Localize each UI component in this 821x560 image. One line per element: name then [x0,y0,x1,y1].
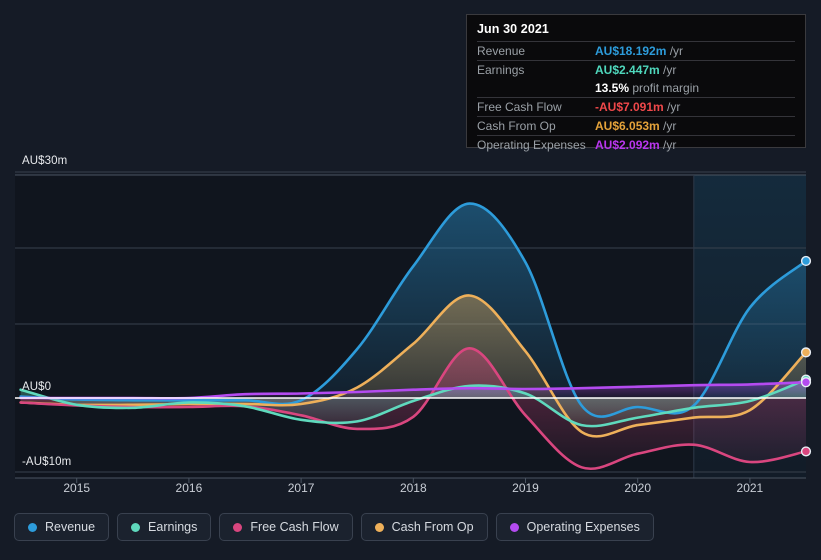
legend-item-revenue[interactable]: Revenue [14,513,110,541]
legend-item-label: Free Cash Flow [250,520,339,534]
y-axis-tick-2: -AU$10m [22,456,72,469]
tooltip-row: Cash From Op AU$6.053m /yr [477,116,795,136]
legend-item-label: Operating Expenses [526,520,640,534]
legend-color-dot-icon [28,522,37,532]
tooltip-row-value: AU$2.092m /yr [595,135,795,154]
tooltip-row-label: Operating Expenses [477,135,595,154]
legend-item-cash-from-op[interactable]: Cash From Op [360,513,488,541]
legend-color-dot-icon [233,522,243,532]
tooltip-margin-value: 13.5% profit margin [595,79,795,98]
profit-margin-label: profit margin [629,81,700,95]
legend-item-label: Cash From Op [391,520,474,534]
x-axis-tick-2020: 2020 [624,481,652,495]
tooltip-row-label: Earnings [477,60,595,79]
legend-item-earnings[interactable]: Earnings [117,513,212,541]
tooltip-amount: AU$2.447m [595,63,660,77]
legend-item-label: Revenue [45,520,96,534]
financial-performance-chart: AU$30m AU$0 -AU$10m 2015 2016 2017 2018 2019 20… [0,0,821,560]
tooltip-amount: AU$2.092m [595,138,660,152]
x-axis-tick-2021: 2021 [736,481,764,495]
tooltip-amount: -AU$7.091m [595,100,664,114]
y-axis-tick-1: AU$0 [22,381,52,393]
tooltip-unit: /yr [659,138,677,152]
tooltip-unit: /yr [666,44,684,58]
tooltip-unit: /yr [659,119,677,133]
x-axis-tick-2019: 2019 [512,481,539,495]
tooltip-unit: /yr [663,100,681,114]
endpoint-marker-free-cash-flow [800,446,812,457]
legend-item-label: Earnings [148,520,198,534]
tooltip-row-value: -AU$7.091m /yr [595,97,795,117]
profit-margin-number: 13.5% [595,81,630,95]
tooltip-row: Revenue AU$18.192m /yr [477,41,795,61]
legend-item-free-cash-flow[interactable]: Free Cash Flow [219,513,353,541]
tooltip-margin-spacer [477,79,595,98]
legend-color-dot-icon [374,522,384,532]
x-axis-tick-2016: 2016 [175,481,203,495]
tooltip-date: Jun 30 2021 [477,22,549,36]
tooltip-amount: AU$6.053m [595,119,660,133]
legend-color-dot-icon [131,522,141,532]
tooltip-row-label: Revenue [477,41,595,61]
tooltip-row: Free Cash Flow -AU$7.091m /yr [477,97,795,117]
y-axis-tick-0: AU$30m [22,155,68,167]
tooltip-table: Revenue AU$18.192m /yr Earnings AU$2.447m /… [477,41,795,154]
legend-item-operating-expenses[interactable]: Operating Expenses [495,513,654,541]
tooltip-row: Operating Expenses AU$2.092m /yr [477,135,795,154]
tooltip-row: Earnings AU$2.447m /yr [477,60,795,79]
legend-color-dot-icon [509,522,519,532]
x-axis-tick-2017: 2017 [287,481,315,495]
x-axis-tick-2015: 2015 [63,481,91,495]
endpoint-marker-cash-from-op [800,347,812,358]
tooltip-row-label: Cash From Op [477,116,595,136]
chart-legend: Revenue Earnings Free Cash Flow Cash From O… [14,513,654,541]
data-tooltip: Jun 30 2021 Revenue AU$18.192m /yr Earning… [466,14,806,154]
tooltip-row-value: AU$6.053m /yr [595,116,795,136]
endpoint-marker-operating-expenses [800,377,812,388]
tooltip-unit: /yr [659,63,677,77]
tooltip-row-label: Free Cash Flow [477,97,595,117]
tooltip-row-profit-margin: 13.5% profit margin [477,79,795,98]
endpoint-marker-revenue [800,255,812,267]
tooltip-amount: AU$18.192m [595,44,667,58]
x-axis-tick-2018: 2018 [399,481,427,495]
tooltip-row-value: AU$18.192m /yr [595,41,795,61]
tooltip-row-value: AU$2.447m /yr [595,60,795,79]
